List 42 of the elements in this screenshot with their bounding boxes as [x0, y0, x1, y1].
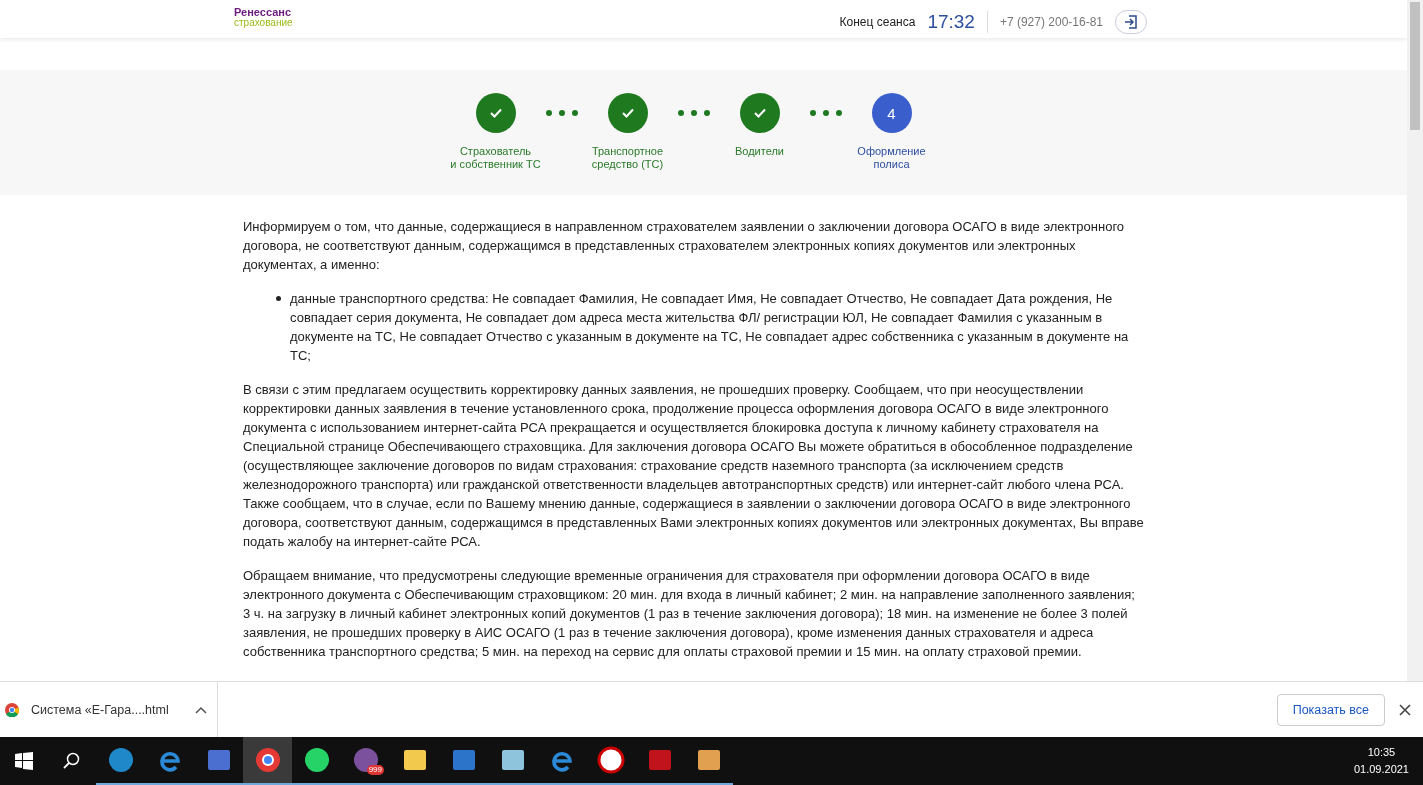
dots-icon	[809, 110, 842, 116]
scrollbar[interactable]	[1407, 0, 1423, 681]
check-icon	[752, 107, 767, 119]
taskbar-app[interactable]: 999	[341, 737, 390, 785]
step-label: Страхователь и собственник ТС	[450, 145, 541, 171]
step-number: 4	[887, 104, 896, 122]
bullet-icon	[276, 296, 281, 301]
download-file-name[interactable]: Система «Е-Гара....html	[31, 702, 169, 717]
windows-start-icon[interactable]	[15, 752, 33, 770]
logo-text[interactable]: Ренессанс	[234, 7, 293, 18]
app-icon	[596, 746, 625, 774]
notification-badge: 999	[366, 765, 384, 775]
dots-icon	[545, 110, 578, 116]
logout-button[interactable]	[1115, 10, 1147, 34]
app-icon	[351, 746, 380, 774]
notice-paragraph: Обращаем внимание, что предусмотрены следующие временные ограничения для страхователя при оформлении договора ОСАГО в виде электронного документа с Обеспечивающим страховщиком: 20 мин. для входа в личный кабинет; 2 мин. на направление заполненного заявления; 3 ч. на загрузку в личный кабинет электронных копий документов (1 раз в течение заключения договора); 18 мин. на изменение не более 3 полей заявления, не прошедших проверку в АИС ОСАГО (1 раз в течение заключения договора), кроме изменения данных страхователя и адреса собственника транспортного средства; 5 мин. на переход на сервис для оплаты страховой премии и 15 мин. на оплату страховой премии.	[243, 567, 1136, 661]
step-label: Транспортное средство (ТС)	[591, 145, 664, 171]
phone-number[interactable]: +7 (927) 200-16-81	[999, 15, 1103, 29]
chrome-file-icon	[5, 702, 19, 717]
clock[interactable]: 10:35 01.09.2021	[1353, 744, 1423, 778]
session-label: Конец сеанса	[839, 15, 916, 29]
app-icon	[106, 746, 135, 774]
exit-icon	[1123, 14, 1139, 30]
notice-paragraph: Информируем о том, что данные, содержащиеся в направленном страхователем заявлении о заключении договора ОСАГО в виде электронного договора, не соответствуют данным, содержащимся в представленных страхователем электронных копиях документов или электронных документах, а именно:	[243, 218, 1126, 274]
dots-icon	[677, 110, 710, 116]
clock-date: 01.09.2021	[1353, 762, 1409, 777]
app-icon	[253, 746, 282, 774]
search-icon[interactable]	[63, 752, 81, 770]
logo-subtitle: страхование	[234, 18, 293, 28]
mismatch-item: данные транспортного средства: Не совпадает Фамилия, Не совпадает Имя, Не совпадает Отчество, Не совпадает Дата рождения, Не совпадает серия документа, Не совпадает дом адреса места жительства ФЛ/ регистрации ЮЛ, Не совпадает Фамилия с указанным в документе на ТС, Не совпадает Отчество с указанным в документе на ТС, Не совпадает адрес собственника с указанным в документе на ТС;	[290, 290, 1130, 365]
step-label: Водители	[735, 145, 784, 158]
notice-paragraph: В связи с этим предлагаем осуществить корректировку данных заявления, не прошедших проверку. Сообщаем, что при неосуществлении корректировки данных заявления в течение установленного срока, продолжение процесса оформления договора ОСАГО в виде электронного документа с использованием интернет-сайта РСА прекращается и осуществляется блокировка доступа к личному кабинету страхователя на Специальной странице Обеспечивающего страховщика. Для заключения договора ОСАГО Вы можете обратиться в обособленное подразделение (осуществляющее заключение договоров по видам страхования: страхование средств наземного транспорта (за исключением средств железнодорожного транспорта) или гражданской ответственности владельцев автотранспортных средств) или интернет-сайт любого члена РСА. Также сообщаем, что в случае, если по Вашему мнению данные, содержащиеся в заявлении о заключении договора ОСАГО в виде электронного договора, соответствуют данным, содержащимся в представленных Вами электронных копиях документов или электронных документах, Вы вправе подать жалобу на интернет-сайте РСА.	[243, 381, 1145, 551]
session-timer: 17:32	[927, 11, 975, 33]
app-icon	[302, 746, 331, 774]
check-icon	[620, 107, 635, 119]
taskbar-app[interactable]	[243, 737, 292, 785]
caret-icon[interactable]	[194, 705, 207, 714]
show-all-button[interactable]: Показать все	[1276, 693, 1385, 726]
step-label: Оформление полиса	[857, 145, 926, 171]
check-icon	[488, 107, 503, 119]
clock-time: 10:35	[1367, 745, 1396, 760]
close-icon[interactable]	[1399, 703, 1411, 716]
